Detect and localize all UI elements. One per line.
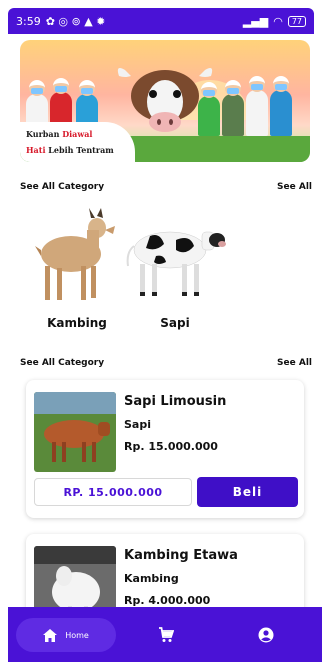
product-card[interactable]: Sapi Limousin Sapi Rp. 15.000.000 RP. 15…: [26, 380, 304, 518]
banner-person: [246, 76, 268, 136]
cow-image: [126, 231, 226, 296]
product-name: Sapi Limousin: [124, 394, 227, 409]
home-icon: [43, 628, 58, 642]
category-sapi[interactable]: Sapi: [120, 206, 230, 330]
product-category: Kambing: [124, 572, 179, 585]
promo-banner[interactable]: Kurban Diawal Hati Lebih Tentram: [20, 40, 310, 162]
see-all-link[interactable]: See All: [277, 358, 312, 368]
nav-profile-button[interactable]: [254, 623, 278, 647]
category-section-header: See All Category See All: [20, 182, 312, 192]
product-price: Rp. 15.000.000: [124, 440, 218, 453]
category-kambing[interactable]: Kambing: [22, 206, 132, 330]
banner-person: [222, 80, 244, 136]
banner-person: [270, 76, 292, 136]
price-display: RP. 15.000.000: [34, 478, 192, 506]
section-title: See All Category: [20, 182, 105, 192]
nav-cart-button[interactable]: [154, 623, 178, 647]
status-right: ▂▄▆ ◠ 77: [243, 15, 306, 28]
product-price: Rp. 4.000.000: [124, 594, 211, 607]
product-section-header: See All Category See All: [20, 358, 312, 368]
wifi-icon: ◠: [273, 14, 283, 28]
status-bar: 3:59 ✿ ◎ ⊚ ▲ ✹ ▂▄▆ ◠ 77: [8, 8, 314, 34]
section-title: See All Category: [20, 358, 105, 368]
nav-home-button[interactable]: Home: [16, 618, 116, 652]
status-time: 3:59: [16, 14, 41, 28]
status-left: 3:59 ✿ ◎ ⊚ ▲ ✹: [16, 15, 105, 28]
see-all-link[interactable]: See All: [277, 182, 312, 192]
product-name: Kambing Etawa: [124, 548, 238, 563]
category-label: Kambing: [47, 316, 107, 330]
notification-icons: ✿ ◎ ⊚ ▲ ✹: [45, 14, 106, 28]
bottom-navigation: Home: [8, 607, 322, 662]
category-label: Sapi: [160, 316, 190, 330]
goat-image: [35, 208, 115, 300]
banner-person: [198, 82, 220, 136]
buy-button[interactable]: Beli: [197, 477, 298, 507]
product-image: [34, 392, 116, 472]
signal-icon: ▂▄▆: [242, 14, 269, 28]
cart-icon: [159, 627, 174, 642]
battery-icon: 77: [287, 15, 306, 27]
banner-caption: Kurban Diawal Hati Lebih Tentram: [20, 122, 135, 162]
user-icon: [258, 627, 274, 643]
nav-home-label: Home: [65, 630, 89, 640]
product-category: Sapi: [124, 418, 151, 431]
